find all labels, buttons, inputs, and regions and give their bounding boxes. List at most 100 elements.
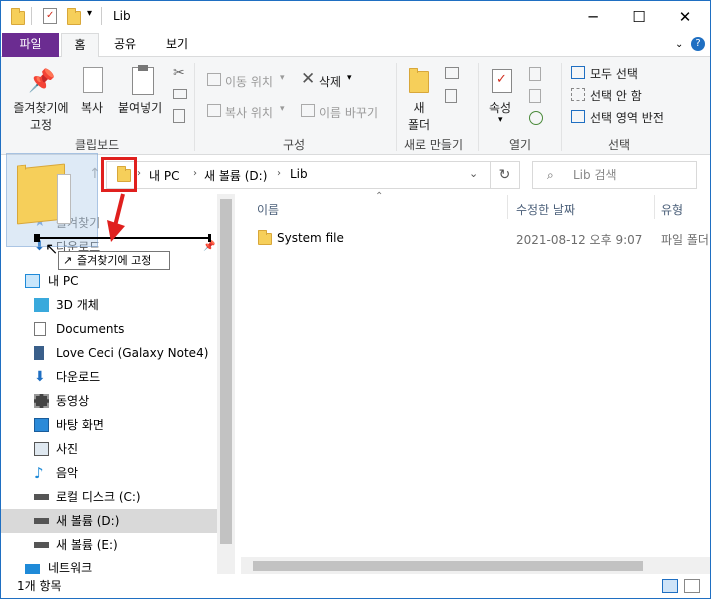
new-folder-button[interactable]: 새 폴더: [404, 99, 434, 133]
details-view-icon[interactable]: [662, 579, 678, 593]
paste-button[interactable]: 붙여넣기: [118, 99, 162, 116]
insertion-marker: [208, 234, 211, 242]
select-none-button[interactable]: 선택 안 함: [590, 87, 642, 104]
tab-file[interactable]: 파일: [2, 33, 59, 57]
tooltip: ↗ 즐겨찾기에 고정: [58, 251, 170, 270]
pin-icon: 📌: [28, 69, 56, 94]
column-header-modified[interactable]: 수정한 날짜: [516, 201, 575, 218]
select-all-button[interactable]: 모두 선택: [590, 65, 638, 82]
tab-share[interactable]: 공유: [103, 33, 147, 57]
pin-quick-access-button[interactable]: 즐겨찾기에 고정: [9, 99, 73, 133]
file-name: System file: [277, 231, 344, 245]
nav-item-music[interactable]: ♪ 음악: [1, 461, 217, 485]
divider: [194, 63, 195, 151]
divider: [31, 7, 32, 25]
nav-item-documents[interactable]: Documents: [1, 317, 217, 341]
nav-item-3d-objects[interactable]: 3D 개체: [1, 293, 217, 317]
cut-icon[interactable]: ✂: [173, 65, 185, 81]
edit-icon[interactable]: [529, 89, 541, 103]
properties-button[interactable]: 속성: [489, 99, 511, 116]
help-icon[interactable]: ?: [691, 37, 705, 51]
copy-to-button[interactable]: 복사 위치: [225, 104, 273, 121]
nav-item-videos[interactable]: 동영상: [1, 389, 217, 413]
pc-icon: [25, 274, 40, 288]
copy-path-icon[interactable]: [173, 89, 187, 99]
nav-item-this-pc[interactable]: 내 PC: [1, 269, 217, 293]
delete-button[interactable]: 삭제: [319, 73, 341, 90]
nav-item-drive-c[interactable]: 로컬 디스크 (C:): [1, 485, 217, 509]
expand-ribbon-icon[interactable]: ⌄: [675, 39, 683, 50]
move-to-icon: [207, 73, 221, 86]
tab-home[interactable]: 홈: [61, 33, 99, 58]
download-icon: ⬇: [34, 369, 46, 385]
column-header-name[interactable]: 이름: [257, 201, 279, 218]
maximize-button[interactable]: ☐: [616, 1, 662, 33]
breadcrumb-this-pc[interactable]: 내 PC: [149, 167, 179, 184]
ribbon: 📌 즐겨찾기에 고정 복사 붙여넣기 ✂ 클립보드 이동 위치 ▾ 복사 위치 …: [1, 57, 710, 155]
chevron-right-icon: ›: [193, 168, 197, 179]
nav-item-downloads[interactable]: ⬇ 다운로드: [1, 365, 217, 389]
new-folder-large-icon: [409, 68, 429, 93]
tab-view[interactable]: 보기: [155, 33, 199, 57]
drive-icon: [34, 542, 49, 548]
select-none-icon: [571, 88, 585, 101]
select-all-icon: [571, 66, 585, 79]
network-icon: [25, 564, 40, 574]
highlight-box: [101, 157, 137, 192]
new-folder-icon[interactable]: [67, 8, 81, 25]
chevron-right-icon: ›: [137, 168, 141, 179]
rename-button[interactable]: 이름 바꾸기: [319, 104, 378, 121]
refresh-button[interactable]: ↻: [490, 161, 520, 189]
pin-label-1: 즐겨찾기에: [13, 101, 69, 115]
chevron-down-icon[interactable]: ⌄: [469, 167, 478, 180]
nav-label: 로컬 디스크 (C:): [56, 490, 141, 504]
open-group-label: 열기: [509, 138, 532, 152]
horizontal-scrollbar-thumb[interactable]: [253, 561, 643, 571]
nav-item-desktop[interactable]: 바탕 화면: [1, 413, 217, 437]
nav-item-phone[interactable]: Love Ceci (Galaxy Note4): [1, 341, 217, 365]
invert-selection-button[interactable]: 선택 영역 반전: [590, 109, 664, 126]
column-divider: [507, 195, 508, 219]
cursor-icon: ↖: [45, 239, 59, 258]
open-icon[interactable]: [529, 67, 541, 81]
new-item-icon[interactable]: [445, 67, 459, 79]
nav-item-pictures[interactable]: 사진: [1, 437, 217, 461]
divider: [561, 63, 562, 151]
video-icon: [34, 394, 49, 408]
drive-icon: [34, 518, 49, 524]
window-title: Lib: [113, 9, 131, 23]
chevron-down-icon: ▾: [347, 73, 352, 83]
nav-item-network[interactable]: 네트워크: [1, 562, 217, 574]
column-divider: [654, 195, 655, 219]
minimize-button[interactable]: ─: [570, 1, 616, 33]
insertion-marker: [34, 234, 40, 242]
breadcrumb-volume-d[interactable]: 새 볼륨 (D:): [204, 167, 267, 184]
large-icons-view-icon[interactable]: [684, 579, 700, 593]
address-bar[interactable]: › 내 PC › 새 볼륨 (D:) › Lib ⌄: [106, 161, 491, 189]
divider: [478, 63, 479, 151]
item-count: 1개 항목: [17, 579, 62, 593]
folder-icon: [11, 8, 25, 25]
nav-label: 동영상: [56, 394, 90, 408]
customize-toolbar-icon[interactable]: ▾: [87, 8, 92, 19]
nav-item-drive-d[interactable]: 새 볼륨 (D:): [1, 509, 217, 533]
close-button[interactable]: ✕: [662, 1, 708, 33]
column-header-type[interactable]: 유형: [661, 201, 683, 218]
paste-shortcut-icon[interactable]: [173, 109, 185, 123]
nav-scrollbar-thumb[interactable]: [220, 199, 232, 544]
nav-label: 새 볼륨 (E:): [56, 538, 118, 552]
nav-item-drive-e[interactable]: 새 볼륨 (E:): [1, 533, 217, 557]
chevron-down-icon: ▾: [280, 73, 285, 83]
search-input[interactable]: ⌕ Lib 검색: [532, 161, 697, 189]
move-to-button[interactable]: 이동 위치: [225, 73, 273, 90]
invert-selection-icon: [571, 110, 585, 123]
properties-icon[interactable]: ✓: [43, 8, 57, 24]
nav-label: 사진: [56, 442, 79, 456]
breadcrumb-lib[interactable]: Lib: [290, 167, 308, 181]
history-icon[interactable]: [529, 111, 543, 125]
easy-access-icon[interactable]: [445, 89, 457, 103]
nav-label: Love Ceci (Galaxy Note4): [56, 346, 209, 360]
music-icon: ♪: [34, 464, 44, 482]
file-row[interactable]: System file 2021-08-12 오후 9:07 파일 폴더: [241, 227, 710, 251]
copy-button[interactable]: 복사: [81, 99, 103, 116]
